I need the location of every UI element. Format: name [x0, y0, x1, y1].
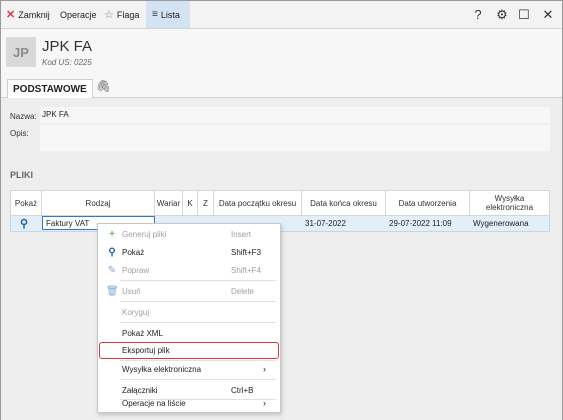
menu-item-label: Generuj pliki	[122, 229, 167, 239]
column-header-type[interactable]: Rodzaj	[42, 191, 155, 215]
search-icon: ⚲	[108, 246, 116, 258]
menu-item-shortcut: Insert	[231, 229, 252, 239]
menu-item-label: Eksportuj plik	[122, 345, 170, 355]
close-icon: ✕	[6, 9, 16, 21]
tab-bar: PODSTAWOWE 🖇	[1, 75, 562, 98]
help-button[interactable]: ?	[467, 1, 489, 28]
column-header-z[interactable]: Z	[198, 191, 214, 215]
column-header-created-date[interactable]: Data utworzenia	[386, 191, 470, 215]
pencil-icon: ✎	[107, 264, 117, 276]
close-button[interactable]: ✕ Zamknij	[6, 1, 50, 28]
close-window-icon: ✕	[542, 6, 554, 22]
menu-item-label: Usuń	[122, 286, 141, 296]
gear-icon: ⚙	[496, 6, 508, 22]
menu-item-list-operations[interactable]: Operacje na liście ›	[98, 394, 280, 412]
menu-item-show-xml[interactable]: Pokaż XML	[98, 324, 280, 342]
list-button[interactable]: ≡ Lista	[146, 1, 190, 28]
page-title: JPK FA	[42, 38, 93, 55]
chevron-right-icon: ›	[263, 398, 266, 408]
record-header: JP JPK FA Kod US: 0225	[1, 29, 562, 75]
menu-separator	[120, 301, 276, 302]
menu-item-label: Operacje na liście	[122, 398, 186, 408]
toolbar: ✕ Zamknij Operacje ☆ Flaga ≡ Lista ? ⚙ ☐…	[1, 1, 562, 29]
paperclip-icon: 🖇	[96, 79, 112, 93]
row-end-date-cell: 31-07-2022	[305, 219, 346, 228]
column-header-k[interactable]: K	[183, 191, 198, 215]
column-header-sending[interactable]: Wysyłka elektroniczna	[470, 191, 549, 215]
page-subtitle: Kod US: 0225	[42, 58, 92, 67]
name-label: Nazwa:	[10, 112, 37, 121]
menu-item-shortcut: Shift+F3	[231, 247, 262, 257]
tab-podstawowe[interactable]: PODSTAWOWE	[7, 79, 93, 98]
list-icon: ≡	[152, 9, 158, 20]
menu-item-shortcut: Delete	[231, 286, 255, 296]
menu-item-label: Wysyłka elektroniczna	[122, 364, 202, 374]
operations-button[interactable]: Operacje	[60, 1, 97, 28]
row-created-cell: 29-07-2022 11:09	[389, 219, 452, 228]
maximize-icon: ☐	[518, 6, 530, 22]
menu-item-label: Koryguj	[122, 307, 150, 317]
settings-button[interactable]: ⚙	[491, 1, 513, 28]
menu-item-export-file[interactable]: Eksportuj plik	[98, 341, 280, 359]
menu-separator	[120, 322, 276, 323]
menu-item-label: Popraw	[122, 265, 150, 275]
show-row-button[interactable]: ⚲	[17, 216, 39, 231]
flag-label: Flaga	[116, 9, 140, 20]
flag-button[interactable]: ☆ Flaga	[104, 1, 139, 28]
section-title: PLIKI	[10, 170, 34, 180]
plus-icon: +	[109, 228, 115, 240]
context-menu: + Generuj pliki Insert ⚲ Pokaż Shift+F3 …	[97, 223, 281, 413]
menu-item-correct[interactable]: Koryguj	[98, 303, 280, 321]
close-label: Zamknij	[18, 9, 50, 20]
window-close-button[interactable]: ✕	[537, 1, 559, 28]
menu-separator	[120, 280, 276, 281]
description-label: Opis:	[10, 129, 29, 138]
menu-item-label: Pokaż	[122, 247, 145, 257]
menu-item-generate[interactable]: + Generuj pliki Insert	[98, 225, 280, 243]
menu-item-delete[interactable]: 🗑 Usuń Delete	[98, 282, 280, 300]
operations-label: Operacje	[60, 9, 97, 20]
avatar: JP	[6, 37, 36, 67]
name-field[interactable]: JPK FA	[40, 107, 550, 123]
form-area: Nazwa: JPK FA Opis: PLIKI Pokaż Rodzaj W…	[1, 98, 562, 420]
window-frame: ✕ Zamknij Operacje ☆ Flaga ≡ Lista ? ⚙ ☐…	[0, 0, 563, 420]
trash-icon: 🗑	[106, 285, 119, 297]
column-header-variant[interactable]: Wariar	[155, 191, 183, 215]
menu-item-show[interactable]: ⚲ Pokaż Shift+F3	[98, 243, 280, 261]
menu-item-label: Pokaż XML	[122, 328, 163, 338]
row-sending-cell: Wygenerowana	[473, 219, 529, 228]
list-label: Lista	[160, 9, 180, 20]
chevron-right-icon: ›	[263, 364, 266, 374]
table-header: Pokaż Rodzaj Wariar K Z Data początku ok…	[10, 190, 550, 216]
column-header-show[interactable]: Pokaż	[11, 191, 42, 215]
help-icon: ?	[474, 7, 482, 22]
menu-item-shortcut: Shift+F4	[231, 265, 262, 275]
menu-item-edit[interactable]: ✎ Popraw Shift+F4	[98, 261, 280, 279]
column-header-end-date[interactable]: Data końca okresu	[302, 191, 386, 215]
attachment-tab[interactable]: 🖇	[96, 79, 111, 93]
search-icon: ⚲	[20, 218, 29, 230]
menu-item-electronic-sending[interactable]: Wysyłka elektroniczna ›	[98, 360, 280, 378]
column-header-start-date[interactable]: Data początku okresu	[214, 191, 302, 215]
menu-separator	[120, 379, 276, 380]
star-icon: ☆	[104, 9, 114, 21]
description-field[interactable]	[40, 125, 550, 151]
maximize-button[interactable]: ☐	[513, 1, 535, 28]
